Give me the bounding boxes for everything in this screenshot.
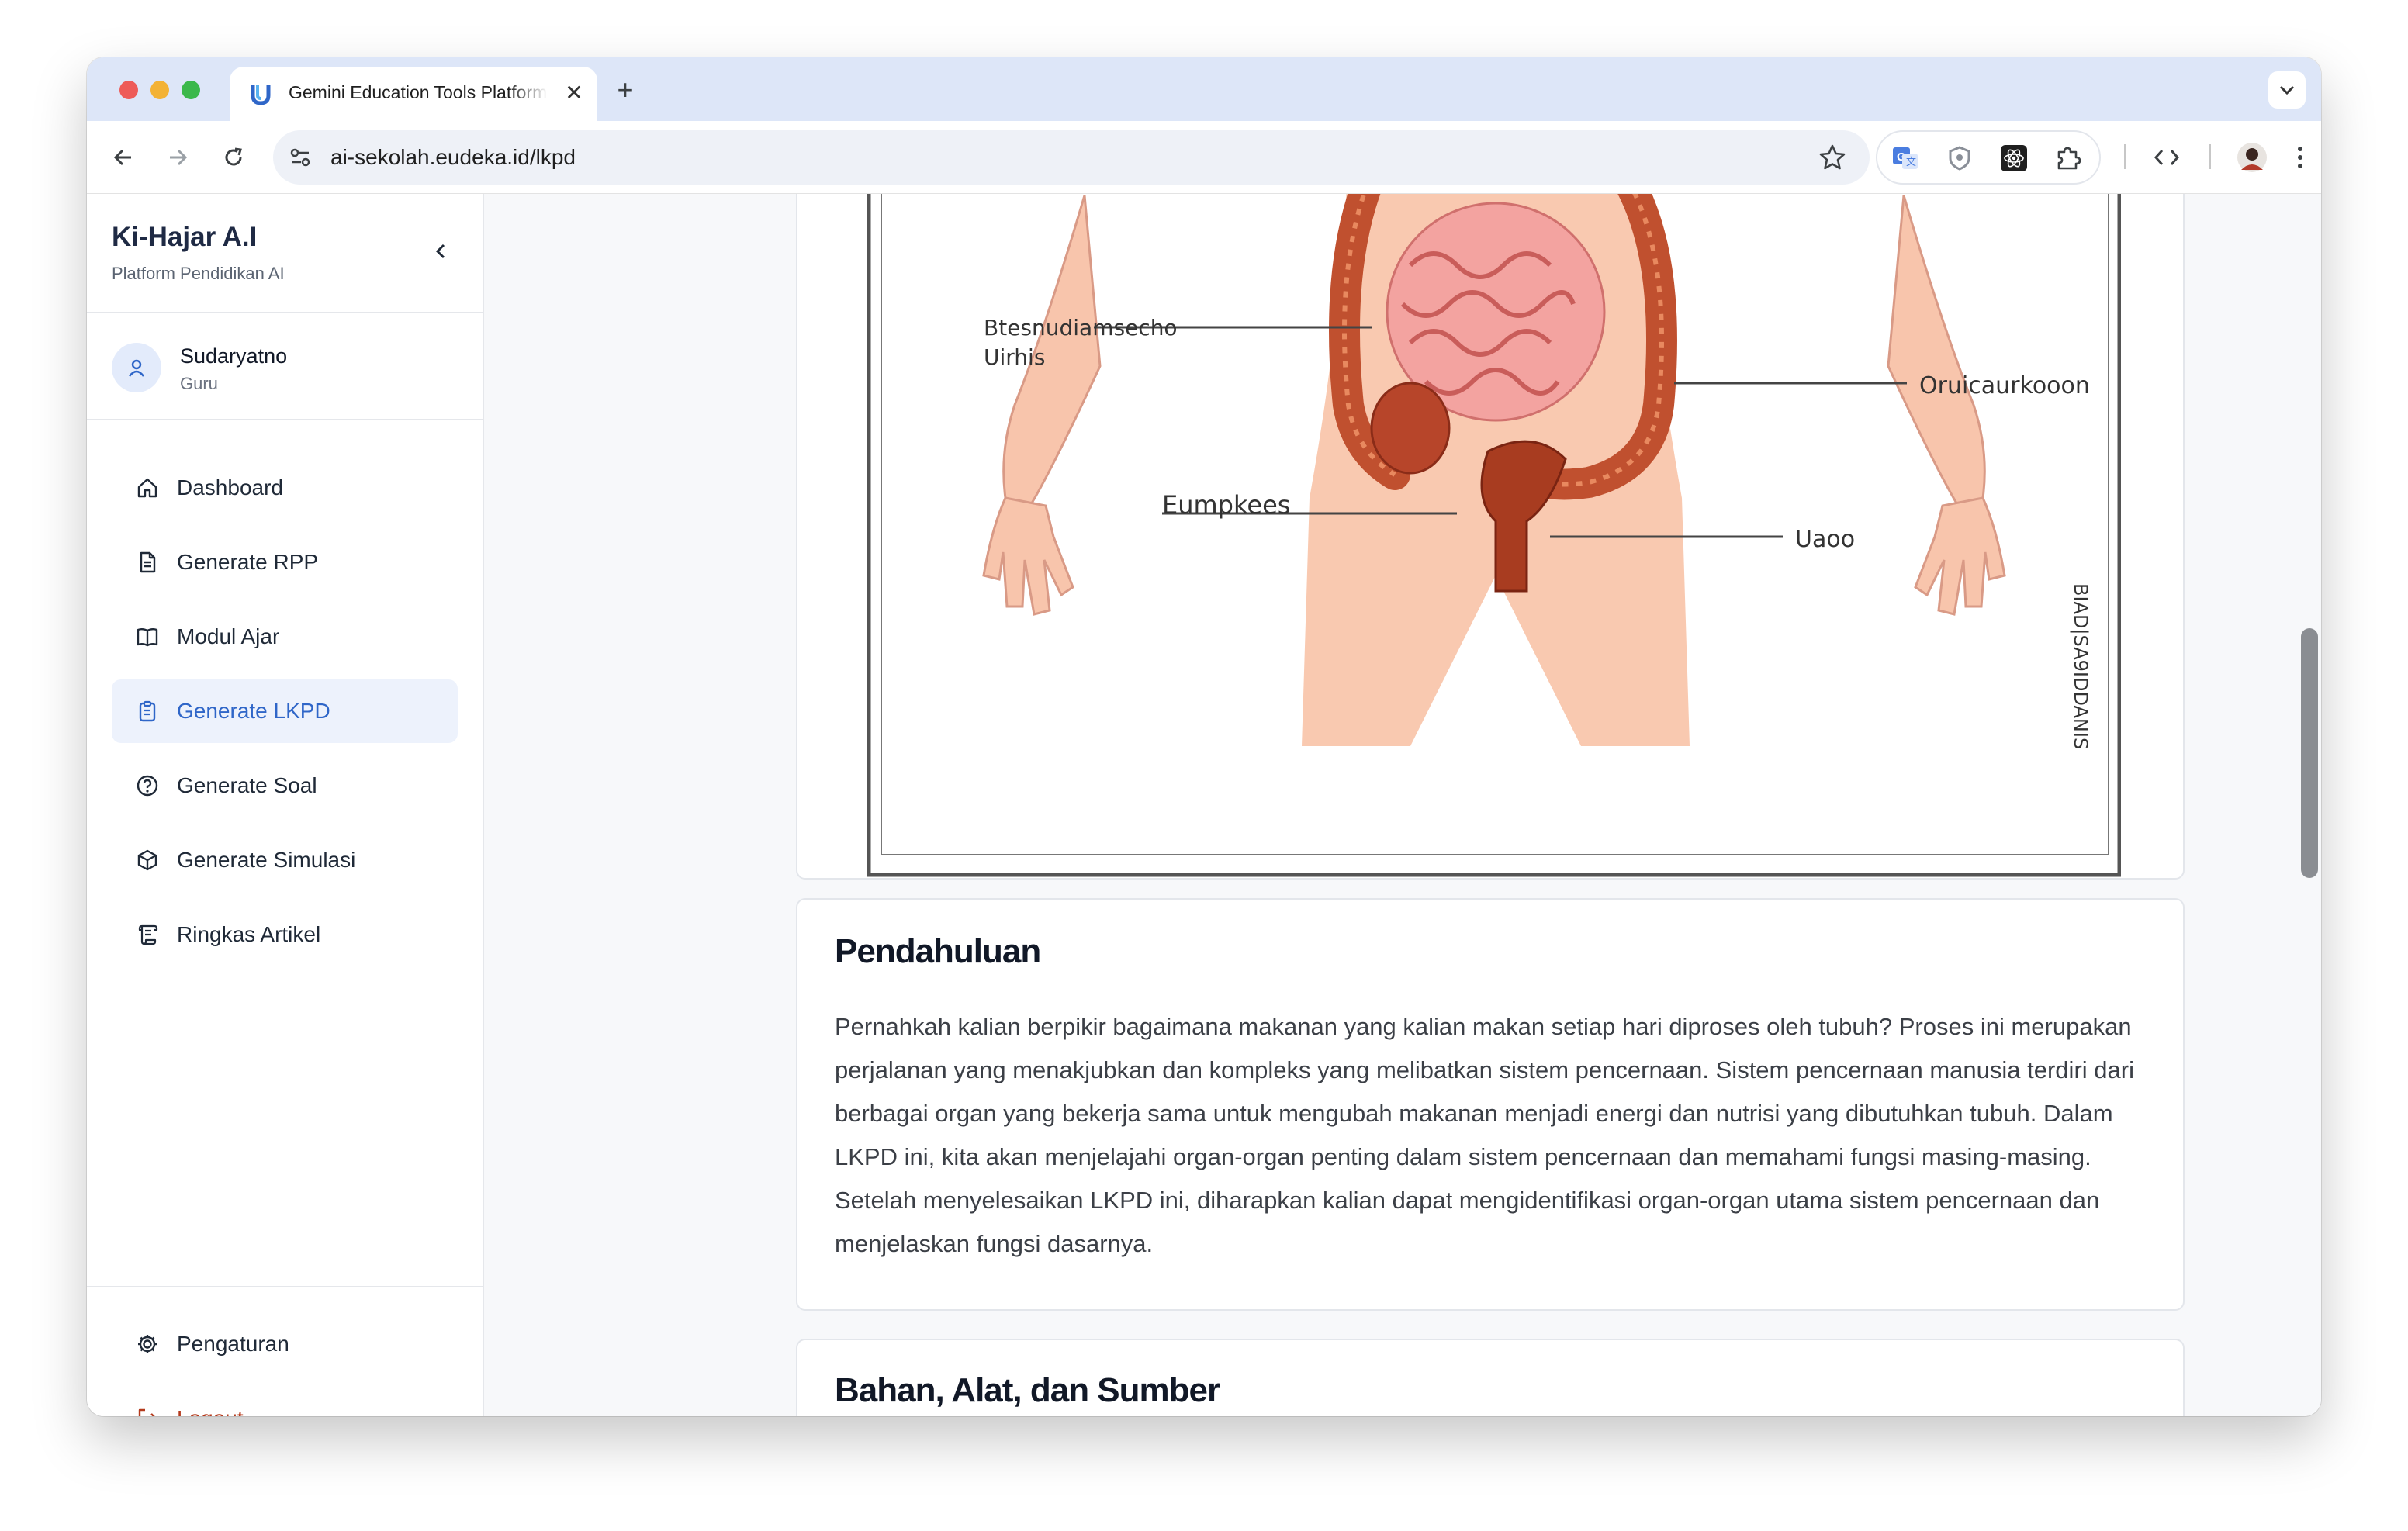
url-text: ai-sekolah.eudeka.id/lkpd xyxy=(330,145,576,169)
site-favicon-icon xyxy=(251,85,271,105)
sidebar-item-modul-ajar[interactable]: Modul Ajar xyxy=(112,605,458,669)
sidebar-item-generate-lkpd[interactable]: Generate LKPD xyxy=(112,679,458,743)
code-brackets-icon xyxy=(2154,150,2180,165)
sidebar-item-label: Generate LKPD xyxy=(177,699,330,723)
brand: Ki-Hajar A.I Platform Pendidikan AI xyxy=(112,222,285,284)
browser-window: Gemini Education Tools Platform ✕ + ai-s… xyxy=(87,57,2321,1416)
cube-icon xyxy=(135,848,160,873)
brand-tagline: Platform Pendidikan AI xyxy=(112,264,285,283)
illustration-card: Btesnudiamsecho Uirhis Oruicaurkooon Eum… xyxy=(796,194,2185,880)
home-icon xyxy=(135,475,160,500)
divider xyxy=(87,1286,484,1287)
svg-text:文: 文 xyxy=(1906,156,1916,168)
scrollbar-thumb[interactable] xyxy=(2301,628,2318,878)
extensions-group: G 文 xyxy=(1876,130,2101,185)
materials-heading: Bahan, Alat, dan Sumber xyxy=(835,1371,1220,1409)
tab-title: Gemini Education Tools Platform xyxy=(289,82,548,102)
forward-button[interactable] xyxy=(158,138,197,177)
browser-toolbar: ai-sekolah.eudeka.id/lkpd G 文 xyxy=(87,121,2321,194)
label-1b: Uirhis xyxy=(984,344,1045,370)
intro-heading: Pendahuluan xyxy=(835,932,1041,970)
question-circle-icon xyxy=(135,773,160,798)
user-avatar xyxy=(112,343,161,392)
label-5: BIAD|SA9IDDANIS xyxy=(2070,583,2091,749)
sidebar-item-label: Ringkas Artikel xyxy=(177,922,321,946)
logout-button[interactable]: Logout xyxy=(112,1387,458,1416)
sidebar-item-label: Logout xyxy=(177,1406,244,1416)
intro-card: Pendahuluan Pernahkah kalian berpikir ba… xyxy=(796,898,2185,1311)
sidebar: Ki-Hajar A.I Platform Pendidikan AI Suda… xyxy=(87,194,484,1416)
divider xyxy=(87,312,484,313)
sidebar-item-label: Generate Simulasi xyxy=(177,848,356,872)
intro-paragraph: Pernahkah kalian berpikir bagaimana maka… xyxy=(835,1013,2134,1257)
materials-card: Bahan, Alat, dan Sumber xyxy=(796,1339,2185,1416)
reload-icon xyxy=(225,147,242,166)
label-4: Uaoo xyxy=(1795,526,1855,553)
puzzle-piece-icon[interactable] xyxy=(2054,144,2082,172)
translate-extension-icon[interactable]: G 文 xyxy=(1891,144,1919,172)
back-button[interactable] xyxy=(104,138,143,177)
toolbar-separator xyxy=(2209,144,2211,169)
collapse-sidebar-button[interactable] xyxy=(424,234,458,268)
tab-search-button[interactable] xyxy=(2268,71,2306,109)
sidebar-item-generate-rpp[interactable]: Generate RPP xyxy=(112,530,458,594)
sidebar-item-label: Modul Ajar xyxy=(177,624,280,648)
sidebar-item-generate-simulasi[interactable]: Generate Simulasi xyxy=(112,828,458,892)
toolbar-separator xyxy=(2124,144,2126,169)
shield-extension-icon[interactable] xyxy=(1946,144,1974,172)
main-content: Btesnudiamsecho Uirhis Oruicaurkooon Eum… xyxy=(486,194,2298,1416)
divider xyxy=(87,419,484,420)
site-settings-icon[interactable] xyxy=(287,144,313,171)
sidebar-item-generate-soal[interactable]: Generate Soal xyxy=(112,754,458,817)
chevron-left-icon xyxy=(435,244,445,259)
reload-button[interactable] xyxy=(214,138,253,177)
sidebar-item-ringkas-artikel[interactable]: Ringkas Artikel xyxy=(112,903,458,966)
chevron-down-icon xyxy=(2279,85,2295,95)
clipboard-icon xyxy=(135,699,160,724)
tab-close-icon[interactable]: ✕ xyxy=(560,79,588,107)
web-page: Ki-Hajar A.I Platform Pendidikan AI Suda… xyxy=(87,194,2321,1416)
scroll-icon xyxy=(135,922,160,947)
sidebar-item-label: Generate RPP xyxy=(177,550,319,574)
profile-avatar-icon xyxy=(2237,143,2267,172)
logout-icon xyxy=(135,1406,160,1416)
browser-tab-active[interactable]: Gemini Education Tools Platform ✕ xyxy=(230,67,597,121)
sidebar-item-label: Dashboard xyxy=(177,475,283,499)
star-icon[interactable] xyxy=(1817,142,1848,173)
book-icon xyxy=(135,624,160,649)
maximize-window-button[interactable] xyxy=(182,81,200,99)
more-vertical-icon xyxy=(2298,147,2302,168)
new-tab-button[interactable]: + xyxy=(608,73,642,107)
arrow-left-icon xyxy=(113,149,131,166)
document-icon xyxy=(135,550,160,575)
user-icon xyxy=(129,359,144,377)
label-2: Oruicaurkooon xyxy=(1919,372,2090,399)
user-role: Guru xyxy=(180,374,218,393)
devtools-button[interactable] xyxy=(2147,138,2186,177)
sidebar-item-dashboard[interactable]: Dashboard xyxy=(112,456,458,520)
browser-menu-button[interactable] xyxy=(2289,138,2312,177)
page-scrollbar[interactable] xyxy=(2298,194,2321,1416)
close-window-button[interactable] xyxy=(119,81,138,99)
minimize-window-button[interactable] xyxy=(150,81,169,99)
sidebar-item-label: Pengaturan xyxy=(177,1332,289,1356)
label-3: Eumpkees xyxy=(1162,490,1290,520)
react-devtools-icon[interactable] xyxy=(2000,144,2028,172)
arrow-right-icon xyxy=(170,149,188,166)
digestive-system-illustration: Btesnudiamsecho Uirhis Oruicaurkooon Eum… xyxy=(867,194,2121,877)
gear-icon xyxy=(135,1332,160,1356)
label-1: Btesnudiamsecho xyxy=(984,315,1178,340)
address-bar[interactable]: ai-sekolah.eudeka.id/lkpd xyxy=(273,130,1870,185)
profile-button[interactable] xyxy=(2233,138,2271,177)
sidebar-item-label: Generate Soal xyxy=(177,773,317,797)
user-name: Sudaryatno xyxy=(180,344,288,368)
tab-bar: Gemini Education Tools Platform ✕ + xyxy=(87,57,2321,121)
brand-name: Ki-Hajar A.I xyxy=(112,222,258,252)
sidebar-item-pengaturan[interactable]: Pengaturan xyxy=(112,1312,458,1376)
